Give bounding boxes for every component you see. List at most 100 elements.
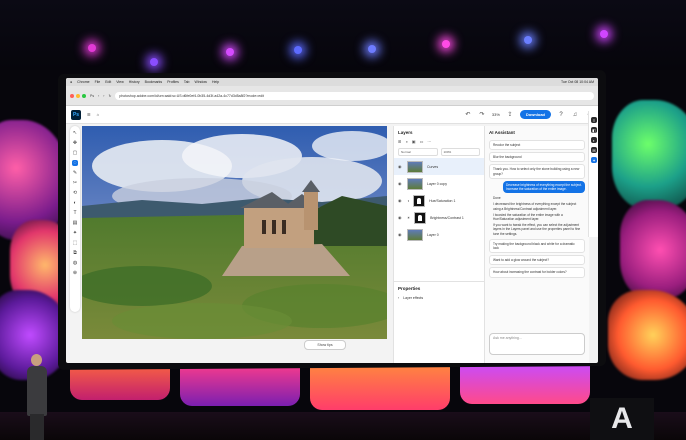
menubar-item[interactable]: Help — [212, 80, 219, 84]
assistant-input[interactable]: Ask me anything... — [489, 333, 585, 355]
user-message: Decrease brightness of everything except… — [503, 180, 585, 194]
menubar-item[interactable]: Chrome — [77, 80, 89, 84]
download-button[interactable]: Download — [519, 110, 551, 119]
minimize-window-button[interactable] — [76, 93, 80, 98]
visibility-eye-icon[interactable]: ◉ — [398, 215, 403, 220]
menu-icon[interactable]: ☰ — [87, 112, 91, 117]
menubar-item[interactable]: Tab — [184, 80, 190, 84]
suggestion-chip[interactable]: Blur the background — [489, 152, 585, 163]
suggestion-chip[interactable]: Thank you. How to select only the stone … — [489, 164, 585, 179]
rotate-tool-icon[interactable]: ⟲ — [72, 190, 78, 196]
properties-title: Properties — [398, 286, 421, 291]
visibility-eye-icon[interactable]: ◉ — [398, 164, 403, 169]
gradient-tool-icon[interactable]: ▤ — [72, 220, 78, 226]
properties-row[interactable]: › Layer effects — [394, 293, 484, 303]
brush-tool-icon[interactable]: ✎ — [72, 170, 78, 176]
layer-mask-thumbnail — [414, 211, 427, 224]
notifications-icon[interactable]: ♫ — [571, 111, 579, 119]
layer-row[interactable]: ◉ ☀ Brightness/Contrast 1 — [394, 209, 484, 226]
stage-light — [368, 45, 376, 53]
suggestion-chip[interactable]: Want to add a glow around the subject? — [489, 255, 585, 266]
browser-tab[interactable]: Ps — [90, 94, 94, 98]
add-layer-icon[interactable]: ⊞ — [398, 139, 401, 144]
more-icon[interactable]: ⋯ — [427, 139, 431, 144]
transform-tool-icon[interactable]: ✥ — [72, 140, 78, 146]
layer-name: Hue/Saturation 1 — [429, 198, 456, 203]
menubar-item[interactable]: Window — [195, 80, 207, 84]
layer-mask-thumbnail — [413, 194, 426, 207]
menubar-item[interactable]: Profiles — [167, 80, 179, 84]
layer-row[interactable]: ◉ ◑ Hue/Saturation 1 — [394, 192, 484, 209]
move-tool-icon[interactable]: ↖ — [72, 130, 78, 136]
close-window-button[interactable] — [70, 93, 74, 98]
generative-fill-icon[interactable]: ✦ — [72, 230, 78, 236]
group-icon[interactable]: ▭ — [420, 139, 424, 144]
backdrop-art — [620, 200, 686, 300]
add-tool-icon[interactable]: ⊕ — [72, 270, 78, 276]
redo-icon[interactable]: ↷ — [478, 111, 486, 119]
stage-light — [226, 48, 234, 56]
help-icon[interactable]: ? — [557, 111, 565, 119]
layer-name: Curves — [427, 164, 439, 169]
stage-light — [294, 46, 302, 54]
visibility-eye-icon[interactable]: ◉ — [398, 232, 403, 237]
menubar-item[interactable]: File — [95, 80, 101, 84]
selection-tool-icon[interactable]: ◌ — [72, 160, 78, 166]
ai-assistant-icon[interactable]: ✦ — [591, 157, 597, 163]
layer-row[interactable]: ◉ Curves — [394, 158, 484, 175]
show-tips-button[interactable]: Show tips — [304, 340, 346, 350]
undo-icon[interactable]: ↶ — [464, 111, 472, 119]
clone-tool-icon[interactable]: ⧉ — [72, 250, 78, 256]
menubar-item[interactable]: View — [116, 80, 124, 84]
image-canvas[interactable] — [82, 126, 387, 339]
lighting-truss — [0, 0, 686, 70]
properties-panel-icon[interactable]: ◧ — [591, 127, 597, 133]
stage-light — [600, 30, 608, 38]
zoom-level[interactable]: 33% — [492, 112, 500, 117]
back-icon[interactable]: ‹ — [98, 94, 99, 98]
projected-screen: ● Chrome File Edit View History Bookmark… — [66, 78, 598, 363]
address-bar[interactable]: photoshop.adobe.com/id/urn:aaid:sc:US:d6… — [115, 91, 594, 100]
stage-light — [150, 58, 158, 66]
layer-row[interactable]: ◉ Layer 0 — [394, 226, 484, 243]
layer-toolbar: ⊞ ◑ ▣ ▭ ⋯ — [394, 137, 484, 146]
backdrop-art — [608, 290, 686, 380]
color-swatch-icon[interactable]: ◍ — [72, 260, 78, 266]
layers-panel-icon[interactable]: ≡ — [591, 117, 597, 123]
adjustments-icon[interactable]: ◐ — [591, 137, 597, 143]
comments-icon[interactable]: ✉ — [591, 147, 597, 153]
mask-icon[interactable]: ▣ — [412, 139, 416, 144]
menubar-clock: Tue Oct 08 10:04 AM — [561, 80, 594, 84]
photoshop-logo-icon[interactable]: Ps — [71, 109, 81, 120]
layer-row[interactable]: ◉ Layer 0 copy — [394, 175, 484, 192]
forward-icon[interactable]: › — [103, 94, 104, 98]
visibility-eye-icon[interactable]: ◉ — [398, 181, 403, 186]
home-icon[interactable]: ⌂ — [97, 112, 99, 117]
marquee-tool-icon[interactable]: ▢ — [72, 150, 78, 156]
text-tool-icon[interactable]: T — [72, 210, 78, 216]
suggestion-chip[interactable]: How about increasing the contrast for bo… — [489, 267, 585, 278]
blend-mode-select[interactable]: Normal — [398, 148, 438, 156]
opacity-field[interactable]: 100% — [440, 148, 480, 156]
right-rail: ≡ ◧ ◐ ✉ ✦ — [588, 111, 598, 237]
share-icon[interactable]: ⇪ — [506, 111, 514, 119]
menubar-item[interactable]: History — [129, 80, 140, 84]
maximize-window-button[interactable] — [82, 93, 86, 98]
crop-tool-icon[interactable]: ✂ — [72, 180, 78, 186]
menubar-item[interactable]: Edit — [105, 80, 111, 84]
visibility-eye-icon[interactable]: ◉ — [398, 198, 403, 203]
menubar-item[interactable]: Bookmarks — [145, 80, 163, 84]
presenter — [31, 354, 42, 366]
stage-light — [88, 44, 96, 52]
apple-icon[interactable]: ● — [70, 80, 72, 84]
adjust-tool-icon[interactable]: ◐ — [72, 200, 78, 206]
frame-tool-icon[interactable]: ⬚ — [72, 240, 78, 246]
adjustment-layer-icon: ☀ — [407, 215, 411, 220]
suggestion-chip[interactable]: Recolor the subject — [489, 140, 585, 151]
suggestion-chip[interactable]: Try making the background black and whit… — [489, 238, 585, 254]
reload-icon[interactable]: ↻ — [108, 94, 111, 98]
chevron-right-icon: › — [398, 296, 400, 300]
stage-floor — [0, 412, 686, 440]
layer-name: Layer 0 copy — [427, 181, 448, 186]
adjustment-icon[interactable]: ◑ — [405, 139, 407, 144]
